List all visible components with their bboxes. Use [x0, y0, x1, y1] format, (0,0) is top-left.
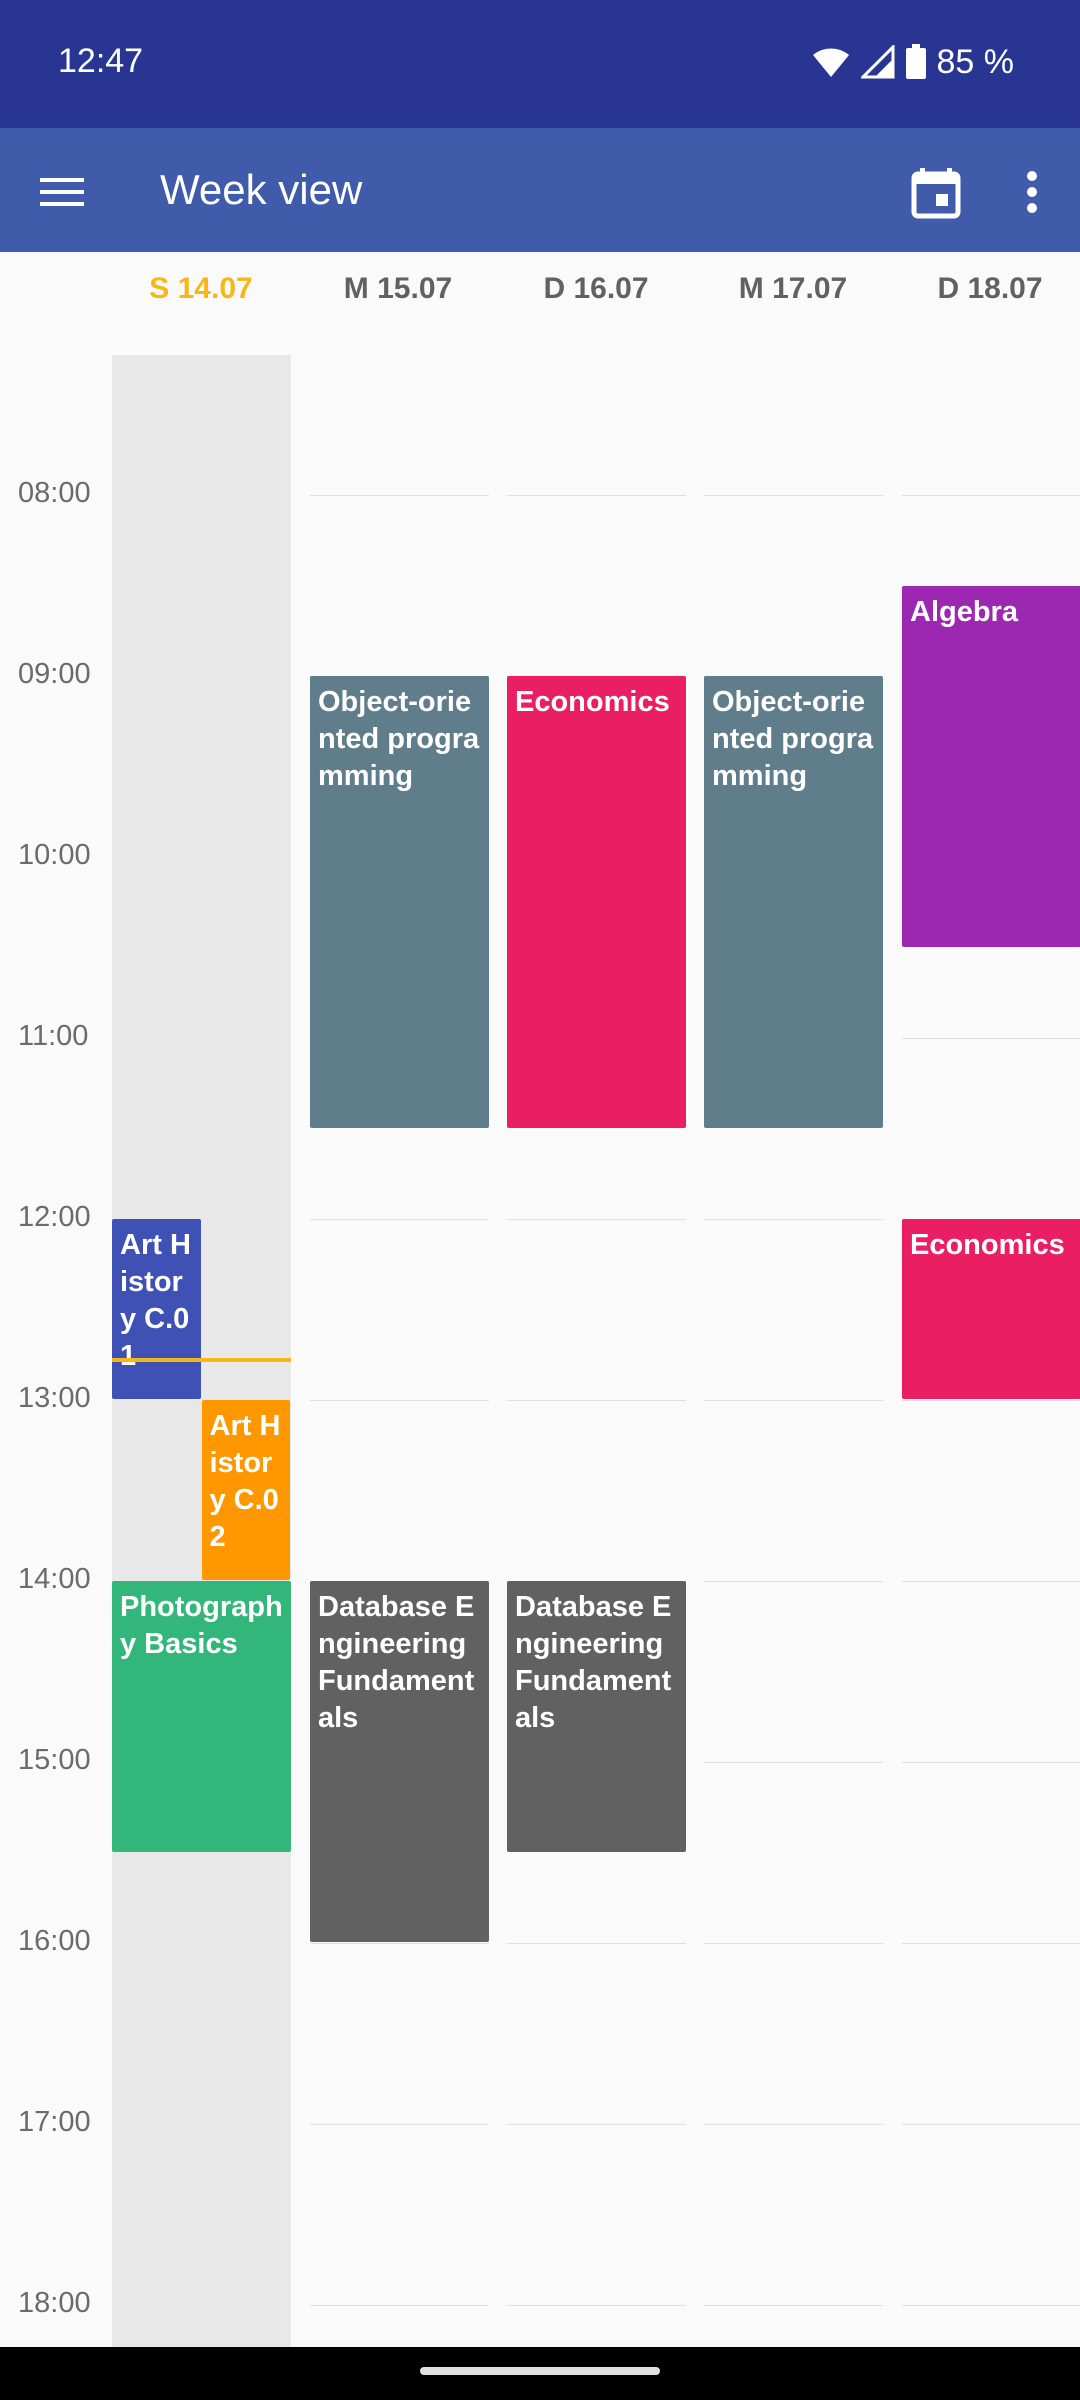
- hour-grid-line: [507, 1943, 686, 1944]
- hour-grid-line: [507, 1400, 686, 1401]
- battery-icon: [905, 44, 926, 79]
- status-icons: 85 %: [811, 40, 1015, 84]
- hour-grid-line: [310, 1943, 489, 1944]
- hour-label: 08:00: [18, 477, 91, 509]
- hour-grid-line: [310, 2124, 489, 2125]
- event-block[interactable]: Database Engineering Fundamentals: [310, 1581, 489, 1942]
- day-header[interactable]: D 16.07: [496, 272, 696, 306]
- home-indicator[interactable]: [420, 2367, 660, 2375]
- hour-grid-line: [704, 495, 883, 496]
- hour-grid-line: [507, 2124, 686, 2125]
- more-vert-icon: [1027, 171, 1037, 213]
- hour-label: 15:00: [18, 1744, 91, 1776]
- hour-grid-line: [902, 1581, 1080, 1582]
- day-header[interactable]: S 14.07: [101, 272, 301, 306]
- more-options-button[interactable]: [1010, 162, 1054, 222]
- event-block[interactable]: Database Engineering Fundamentals: [507, 1581, 686, 1852]
- hour-grid-line: [902, 2124, 1080, 2125]
- hour-grid-line: [902, 2305, 1080, 2306]
- hour-label: 14:00: [18, 1563, 91, 1595]
- hour-label: 16:00: [18, 1925, 91, 1957]
- navigation-bar: [0, 2347, 1080, 2400]
- menu-icon: [40, 178, 84, 206]
- hour-grid-line: [704, 1943, 883, 1944]
- event-block[interactable]: Art History C.02: [201, 1400, 290, 1580]
- menu-button[interactable]: [34, 164, 90, 220]
- hour-grid-line: [310, 1219, 489, 1220]
- current-time-indicator: [112, 1358, 291, 1363]
- calendar-today-icon: [911, 168, 961, 219]
- hour-grid-line: [507, 495, 686, 496]
- hour-grid-line: [704, 2305, 883, 2306]
- day-header[interactable]: D 18.07: [890, 272, 1080, 306]
- hour-grid-line: [704, 2124, 883, 2125]
- hour-grid-line: [704, 1219, 883, 1220]
- hour-label: 17:00: [18, 2106, 91, 2138]
- page-title: Week view: [160, 166, 363, 213]
- event-block[interactable]: Algebra: [902, 585, 1080, 947]
- hour-grid-line: [902, 495, 1080, 496]
- hour-grid-line: [902, 1943, 1080, 1944]
- hour-label: 13:00: [18, 1382, 91, 1414]
- app-bar: Week view: [0, 128, 1080, 252]
- event-block[interactable]: Object-oriented programming: [310, 676, 489, 1128]
- battery-percentage: 85 %: [936, 42, 1015, 81]
- hour-grid-line: [902, 1762, 1080, 1763]
- hour-grid-line: [704, 1400, 883, 1401]
- day-header[interactable]: M 17.07: [693, 272, 893, 306]
- status-bar: 12:47 85 %: [0, 0, 1080, 128]
- hour-grid-line: [310, 1400, 489, 1401]
- hour-label: 18:00: [18, 2287, 91, 2319]
- hour-grid-line: [310, 495, 489, 496]
- hour-grid-line: [310, 2305, 489, 2306]
- event-block[interactable]: Economics: [902, 1219, 1080, 1399]
- hour-grid-line: [902, 1038, 1080, 1039]
- wifi-icon: [812, 48, 849, 77]
- hour-grid-line: [704, 1581, 883, 1582]
- hour-grid-line: [704, 1762, 883, 1763]
- event-block[interactable]: Object-oriented programming: [704, 676, 883, 1128]
- today-button[interactable]: [906, 162, 966, 222]
- hour-grid-line: [507, 2305, 686, 2306]
- hour-label: 10:00: [18, 839, 91, 871]
- hour-label: 12:00: [18, 1201, 91, 1233]
- day-header[interactable]: M 15.07: [298, 272, 498, 306]
- hour-grid-line: [507, 1219, 686, 1220]
- signal-icon: [860, 45, 894, 79]
- hour-label: 11:00: [18, 1020, 89, 1052]
- hour-grid-line: [902, 1400, 1080, 1401]
- status-time: 12:47: [58, 42, 144, 80]
- event-block[interactable]: Photography Basics: [112, 1581, 291, 1852]
- event-block[interactable]: Art History C.01: [112, 1219, 201, 1399]
- event-block[interactable]: Economics: [507, 676, 686, 1128]
- hour-label: 09:00: [18, 658, 91, 690]
